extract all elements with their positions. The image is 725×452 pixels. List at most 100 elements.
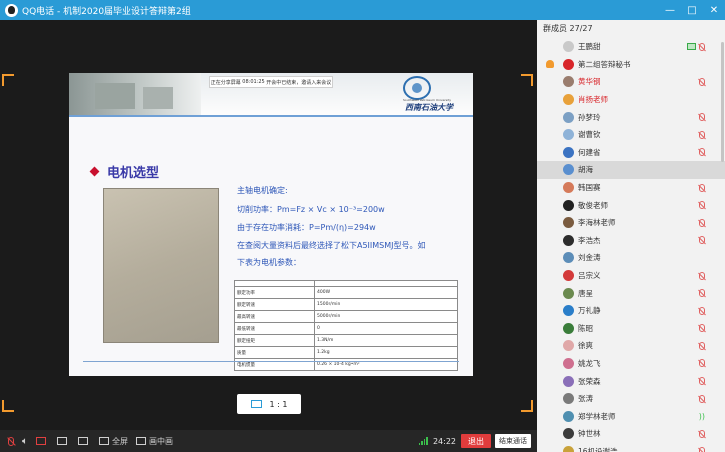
zoom-level[interactable]: 1 : 1 — [270, 400, 288, 409]
member-item[interactable]: 张涛 — [537, 390, 725, 408]
microphone-muted-icon — [699, 306, 705, 315]
slide-bottom-rule — [83, 361, 459, 362]
member-name: 张涛 — [578, 394, 593, 404]
member-name: 16机设谢浩 — [578, 446, 618, 452]
slide-header: 正在分享屏幕 08:01:25 开会中已结束，邀请入来会议 Southwest … — [69, 73, 473, 115]
avatar[interactable] — [563, 340, 574, 352]
avatar[interactable] — [563, 129, 574, 141]
share-screen-icon[interactable] — [57, 437, 67, 445]
member-name: 吕宗义 — [578, 271, 601, 281]
member-item[interactable]: 肖扬老师 — [537, 91, 725, 109]
member-item[interactable]: 谢曹钦 — [537, 126, 725, 144]
share-screen-button[interactable] — [57, 437, 70, 445]
param-name-cell: 额定扭矩 — [234, 334, 315, 347]
avatar[interactable] — [563, 182, 574, 194]
member-item[interactable]: 黄华钢 — [537, 73, 725, 91]
avatar[interactable] — [563, 428, 574, 440]
member-name: 姚龙飞 — [578, 358, 601, 368]
member-name: 万礼静 — [578, 306, 601, 316]
microphone-muted-icon[interactable] — [8, 436, 14, 446]
frame-corner — [521, 74, 533, 86]
fullscreen-label[interactable]: 全屏 — [112, 436, 128, 447]
pip-label[interactable]: 画中画 — [149, 436, 173, 447]
member-item[interactable]: 何建省 — [537, 144, 725, 162]
member-count: 群成员 27/27 — [543, 24, 593, 33]
member-item[interactable]: 张荣森 — [537, 372, 725, 390]
member-item[interactable]: 徐爽 — [537, 337, 725, 355]
member-item[interactable]: 郑学林老师)) — [537, 407, 725, 425]
camera-button[interactable] — [36, 437, 49, 445]
table-row: 额定扭矩 1.3N/m — [234, 334, 458, 347]
microphone-button[interactable] — [8, 436, 14, 446]
title-bar: QQ电话 - 机制2020届毕业设计答辩第2组 — □ ✕ — [0, 0, 725, 20]
avatar[interactable] — [563, 410, 574, 422]
exit-button[interactable]: 退出 — [461, 434, 491, 448]
microphone-muted-icon — [699, 271, 705, 280]
slide-title: 电机选型 — [89, 162, 159, 181]
minimize-button[interactable]: — — [659, 0, 681, 20]
member-item[interactable]: 第二组答辩秘书 — [537, 56, 725, 74]
avatar[interactable] — [563, 94, 574, 106]
avatar[interactable] — [563, 164, 574, 176]
member-item[interactable]: 敬俊老师 — [537, 196, 725, 214]
fullscreen-icon[interactable] — [99, 437, 109, 445]
member-item[interactable]: 唐呈 — [537, 284, 725, 302]
member-item[interactable]: 万礼静 — [537, 302, 725, 320]
member-item[interactable]: 韩国赛 — [537, 179, 725, 197]
avatar[interactable] — [563, 252, 574, 264]
avatar[interactable] — [563, 375, 574, 387]
member-name: 王鹏甜 — [578, 42, 601, 52]
member-item[interactable]: 钟世林 — [537, 425, 725, 443]
member-item[interactable]: 李海林老师 — [537, 214, 725, 232]
microphone-muted-icon — [699, 42, 705, 51]
member-item[interactable]: 胡海 — [537, 161, 725, 179]
avatar[interactable] — [563, 58, 574, 70]
avatar[interactable] — [563, 270, 574, 282]
member-name: 胡海 — [578, 165, 593, 175]
member-item[interactable]: 姚龙飞 — [537, 355, 725, 373]
zoom-control[interactable]: 1 : 1 — [237, 394, 301, 414]
end-call-button[interactable]: 结束通话 — [495, 434, 531, 448]
avatar[interactable] — [563, 287, 574, 299]
member-name: 张荣森 — [578, 376, 601, 386]
avatar[interactable] — [563, 234, 574, 246]
avatar[interactable] — [563, 357, 574, 369]
microphone-muted-icon — [699, 324, 705, 333]
pip-button[interactable]: 画中画 — [136, 436, 173, 447]
member-item[interactable]: 陈昭 — [537, 320, 725, 338]
camera-off-icon[interactable] — [36, 437, 46, 445]
avatar[interactable] — [563, 322, 574, 334]
member-item[interactable]: 李浩杰 — [537, 232, 725, 250]
avatar[interactable] — [563, 305, 574, 317]
speaker-button[interactable]: 🔈︎ — [22, 436, 28, 447]
maximize-button[interactable]: □ — [681, 0, 703, 20]
member-item[interactable]: 孙梦玲 — [537, 108, 725, 126]
fit-window-icon[interactable] — [250, 400, 262, 408]
avatar[interactable] — [563, 41, 574, 53]
member-item[interactable]: 16机设谢浩 — [537, 443, 725, 452]
avatar[interactable] — [563, 393, 574, 405]
screenshot-icon[interactable] — [78, 437, 88, 445]
member-item[interactable]: 王鹏甜 — [537, 38, 725, 56]
close-button[interactable]: ✕ — [703, 0, 725, 20]
host-person-icon — [544, 58, 556, 70]
member-scrollbar[interactable] — [721, 42, 724, 162]
member-item[interactable]: 刘金涛 — [537, 249, 725, 267]
member-name: 肖扬老师 — [578, 95, 608, 105]
screen-share-icon — [687, 43, 696, 51]
member-name: 钟世林 — [578, 429, 601, 439]
member-item[interactable]: 吕宗义 — [537, 267, 725, 285]
avatar[interactable] — [563, 445, 574, 452]
member-name: 敬俊老师 — [578, 200, 608, 210]
member-name: 郑学林老师 — [578, 411, 616, 421]
table-row: 最高转速 5000r/min — [234, 310, 458, 323]
avatar[interactable] — [563, 217, 574, 229]
avatar[interactable] — [563, 146, 574, 158]
fullscreen-button[interactable]: 全屏 — [99, 436, 128, 447]
slide-text-line: 在查阅大量资料后最终选择了松下A5IIMSMJ型号。如 — [237, 241, 426, 250]
avatar[interactable] — [563, 111, 574, 123]
screenshot-button[interactable] — [78, 437, 91, 445]
picture-in-picture-icon[interactable] — [136, 437, 146, 445]
avatar[interactable] — [563, 76, 574, 88]
avatar[interactable] — [563, 199, 574, 211]
